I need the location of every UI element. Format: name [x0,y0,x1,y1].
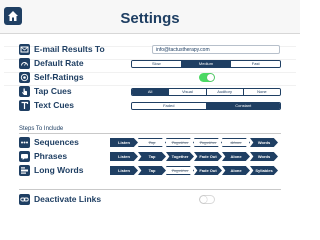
steps-section-title: Steps To Include [19,126,64,132]
default-rate-segmented-control: Slow Medium Fast [131,60,281,68]
email-field[interactable] [152,45,280,54]
tap-cue-option-all[interactable]: All [132,89,170,95]
text-cue-option-faded[interactable]: Faded [132,103,207,109]
tap-cues-label: Tap Cues [34,86,72,96]
email-row: E-mail Results To [19,44,281,56]
deactivate-links-toggle[interactable] [199,195,215,204]
phrases-step-chain: Listen Tap Together Fade Out Alone Words [110,152,278,161]
self-ratings-label: Self-Ratings [34,72,84,82]
step-syllables[interactable]: Syllables [250,166,278,175]
step-listen[interactable]: Listen [110,152,138,161]
text-cues-label: Text Cues [34,100,74,110]
deactivate-links-label: Deactivate Links [34,194,102,204]
step-words[interactable]: Words [250,152,278,161]
sequences-step-chain: Listen Tap Together Together Alone Words [110,138,278,147]
sequences-icon [19,137,30,148]
step-fade-out[interactable]: Fade Out [194,166,222,175]
tap-hand-icon [19,86,30,97]
speedometer-icon [19,58,30,69]
tap-cues-segmented-control: All Visual Auditory None [131,88,281,96]
tap-cues-row: Tap Cues All Visual Auditory None [19,86,281,98]
default-rate-label: Default Rate [34,58,84,68]
default-rate-row: Default Rate Slow Medium Fast [19,58,281,70]
step-listen[interactable]: Listen [110,166,138,175]
long-words-step-chain: Listen Tap Together Fade Out Alone Sylla… [110,166,278,175]
self-rating-icon [19,72,30,83]
step-together[interactable]: Together [166,166,194,175]
rate-option-medium[interactable]: Medium [181,61,232,67]
self-ratings-row: Self-Ratings [19,72,281,84]
deactivate-links-row: Deactivate Links [19,194,281,206]
step-tap[interactable]: Tap [138,152,166,161]
text-cue-option-constant[interactable]: Constant [206,103,280,109]
step-together-2[interactable]: Together [194,138,222,147]
tap-cue-option-visual[interactable]: Visual [169,89,207,95]
phrases-icon [19,151,30,162]
self-ratings-toggle[interactable] [199,73,215,82]
tap-cue-option-auditory[interactable]: Auditory [206,89,244,95]
text-cues-row: Text Cues Faded Constant [19,100,281,112]
steps-divider [19,133,281,134]
step-tap[interactable]: Tap [138,166,166,175]
step-tap[interactable]: Tap [138,138,166,147]
link-icon [19,194,30,205]
long-words-label: Long Words [34,165,84,175]
step-alone[interactable]: Alone [222,166,250,175]
step-alone[interactable]: Alone [222,152,250,161]
text-cues-segmented-control: Faded Constant [131,102,281,110]
step-listen[interactable]: Listen [110,138,138,147]
deactivate-divider [19,189,281,190]
phrases-label: Phrases [34,151,68,161]
email-icon [19,44,30,55]
rate-option-fast[interactable]: Fast [231,61,280,67]
step-words[interactable]: Words [250,138,278,147]
text-cue-icon [19,100,30,111]
step-together[interactable]: Together [166,138,194,147]
step-alone[interactable]: Alone [222,138,250,147]
sequences-label: Sequences [34,137,79,147]
email-label: E-mail Results To [34,44,105,54]
long-words-icon [19,165,30,176]
top-bar: Settings [0,0,300,34]
rate-option-slow[interactable]: Slow [132,61,182,67]
tap-cue-option-none[interactable]: None [243,89,280,95]
page-title: Settings [120,10,180,27]
step-fade-out[interactable]: Fade Out [194,152,222,161]
step-together[interactable]: Together [166,152,194,161]
